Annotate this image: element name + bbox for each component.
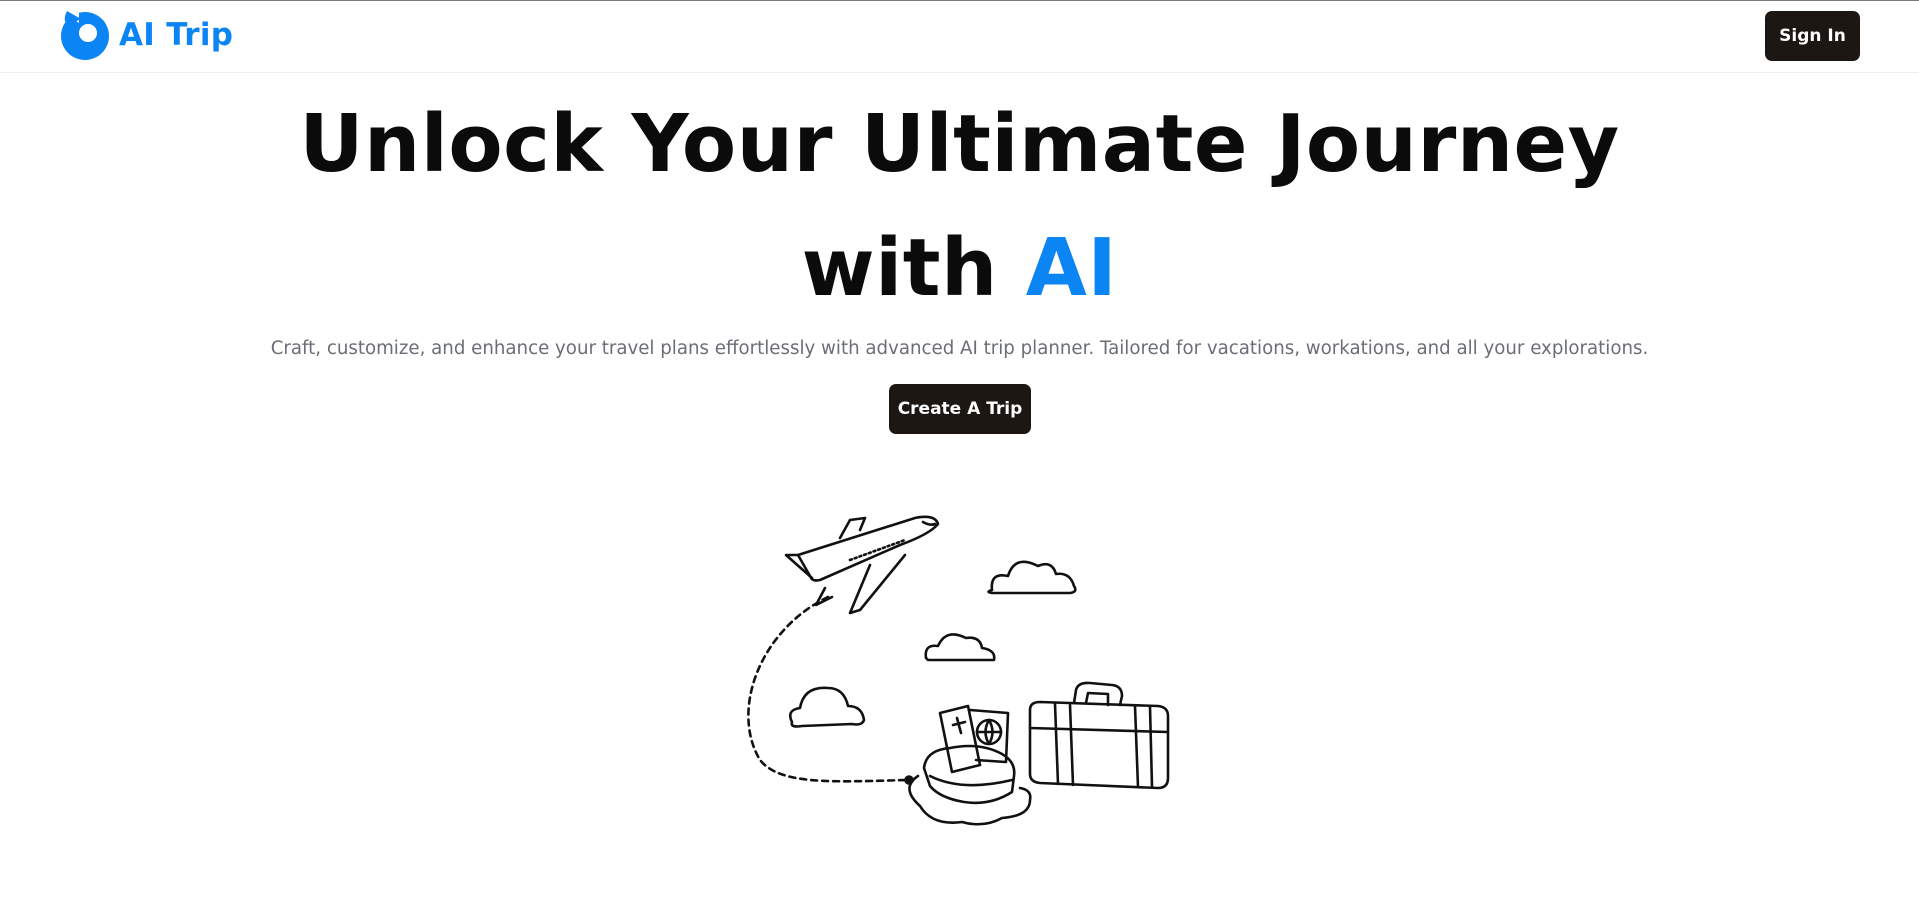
suitcase-icon [1028, 681, 1170, 790]
create-trip-button[interactable]: Create A Trip [889, 384, 1031, 434]
sign-in-button[interactable]: Sign In [1765, 11, 1860, 61]
hero-subtitle: Craft, customize, and enhance your trave… [270, 338, 1649, 359]
airplane-icon [784, 515, 940, 615]
headline-with: with [801, 222, 998, 314]
headline-line-1: Unlock Your Ultimate Journey [299, 98, 1620, 190]
cloud-icon [987, 560, 1077, 595]
hat-icon [908, 744, 1032, 826]
travel-illustration [747, 515, 1170, 826]
ticket-icon [938, 704, 1010, 774]
brand-logo[interactable]: AI Trip [59, 10, 233, 60]
site-header: AI Trip Sign In [0, 1, 1919, 73]
cloud-icon [788, 686, 866, 728]
headline-accent: AI [1025, 222, 1118, 314]
cloud-icon [924, 633, 996, 662]
brand-name: AI Trip [119, 17, 234, 53]
hero-headline: Unlock Your Ultimate Journey with AI [0, 82, 1919, 330]
logo-icon [61, 11, 109, 60]
